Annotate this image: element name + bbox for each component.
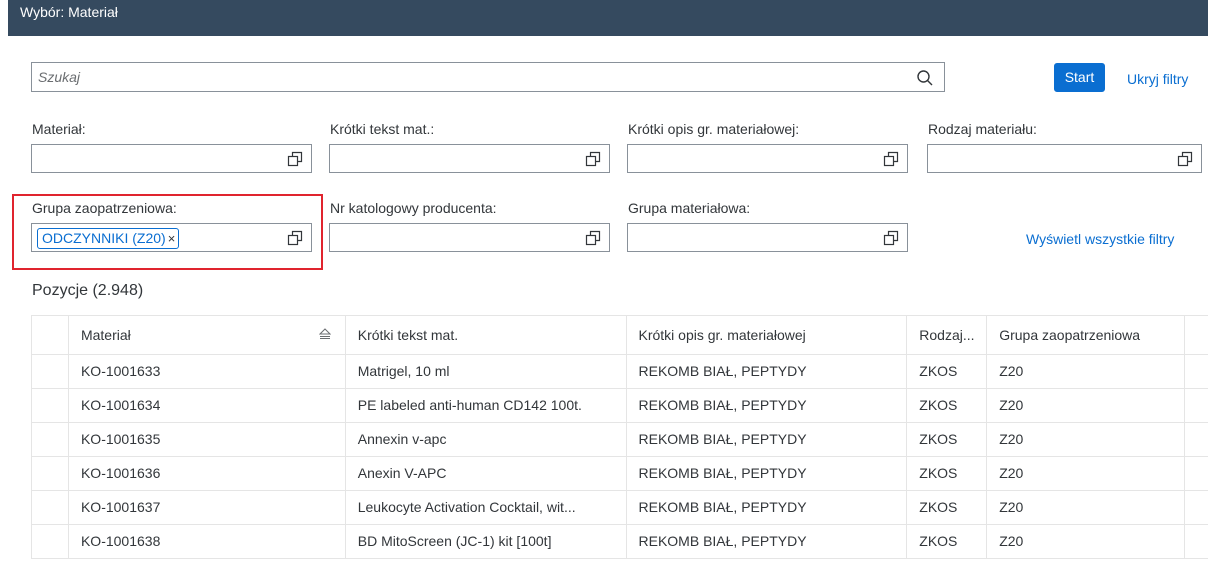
row-selector[interactable]	[32, 491, 69, 524]
column-header-purchasing-group[interactable]: Grupa zaopatrzeniowa	[987, 316, 1186, 354]
column-spacer	[1185, 423, 1208, 456]
cell-type: ZKOS	[907, 355, 988, 388]
search-field[interactable]	[31, 62, 945, 92]
value-help-icon[interactable]	[585, 230, 601, 246]
hide-filters-link[interactable]: Ukryj filtry	[1127, 70, 1188, 88]
cell-material: KO-1001633	[69, 355, 346, 388]
short-text-label: Krótki tekst mat.:	[330, 121, 435, 137]
cell-short-text: Matrigel, 10 ml	[346, 355, 627, 388]
cell-short-text: Annexin v-apc	[346, 423, 627, 456]
cell-group-desc: REKOMB BIAŁ, PEPTYDY	[627, 355, 908, 388]
column-header-type[interactable]: Rodzaj...	[907, 316, 988, 354]
value-help-icon[interactable]	[287, 151, 303, 167]
column-header-label: Materiał	[80, 327, 131, 343]
table-row[interactable]: KO-1001633 Matrigel, 10 ml REKOMB BIAŁ, …	[32, 355, 1208, 389]
table-row[interactable]: KO-1001636 Anexin V-APC REKOMB BIAŁ, PEP…	[32, 457, 1208, 491]
column-spacer	[1185, 389, 1208, 422]
show-all-filters-link[interactable]: Wyświetl wszystkie filtry	[1026, 230, 1174, 248]
column-header-group-desc[interactable]: Krótki opis gr. materiałowej	[627, 316, 908, 354]
material-type-field[interactable]	[927, 144, 1202, 173]
cell-short-text: BD MitoScreen (JC-1) kit [100t]	[346, 525, 627, 558]
cell-type: ZKOS	[907, 423, 988, 456]
row-selector[interactable]	[32, 525, 69, 558]
dialog-header: Wybór: Materiał	[8, 0, 1208, 36]
cell-purchasing-group: Z20	[987, 525, 1186, 558]
cell-purchasing-group: Z20	[987, 491, 1186, 524]
column-header-short-text[interactable]: Krótki tekst mat.	[346, 316, 627, 354]
cell-group-desc: REKOMB BIAŁ, PEPTYDY	[627, 423, 908, 456]
column-spacer	[1185, 525, 1208, 558]
group-desc-label: Krótki opis gr. materiałowej:	[628, 121, 800, 137]
column-spacer	[1185, 355, 1208, 388]
cell-type: ZKOS	[907, 525, 988, 558]
search-input[interactable]	[32, 63, 892, 91]
cell-material: KO-1001638	[69, 525, 346, 558]
cell-short-text: Anexin V-APC	[346, 457, 627, 490]
material-field[interactable]	[31, 144, 312, 173]
row-selector[interactable]	[32, 355, 69, 388]
row-selector[interactable]	[32, 457, 69, 490]
table-row[interactable]: KO-1001638 BD MitoScreen (JC-1) kit [100…	[32, 525, 1208, 559]
cell-material: KO-1001636	[69, 457, 346, 490]
cell-material: KO-1001635	[69, 423, 346, 456]
value-help-icon[interactable]	[585, 151, 601, 167]
column-spacer	[1185, 457, 1208, 490]
group-desc-field[interactable]	[627, 144, 908, 173]
cell-group-desc: REKOMB BIAŁ, PEPTYDY	[627, 457, 908, 490]
column-spacer	[1185, 316, 1208, 354]
results-table: Materiał Krótki tekst mat. Krótki opis g…	[31, 315, 1208, 559]
material-label: Materiał:	[32, 121, 86, 137]
search-icon[interactable]	[916, 69, 934, 87]
cell-type: ZKOS	[907, 491, 988, 524]
cell-group-desc: REKOMB BIAŁ, PEPTYDY	[627, 525, 908, 558]
table-row[interactable]: KO-1001635 Annexin v-apc REKOMB BIAŁ, PE…	[32, 423, 1208, 457]
cell-purchasing-group: Z20	[987, 423, 1186, 456]
cell-material: KO-1001634	[69, 389, 346, 422]
cell-type: ZKOS	[907, 457, 988, 490]
table-header: Materiał Krótki tekst mat. Krótki opis g…	[32, 316, 1208, 355]
column-spacer	[1185, 491, 1208, 524]
material-group-label: Grupa materiałowa:	[628, 200, 751, 216]
highlight-box	[12, 194, 323, 270]
material-group-field[interactable]	[627, 223, 908, 252]
table-title: Pozycje (2.948)	[32, 282, 144, 299]
value-help-icon[interactable]	[1177, 151, 1193, 167]
table-row[interactable]: KO-1001637 Leukocyte Activation Cocktail…	[32, 491, 1208, 525]
table-row[interactable]: KO-1001634 PE labeled anti-human CD142 1…	[32, 389, 1208, 423]
mfr-part-label: Nr katologowy producenta:	[330, 200, 497, 216]
cell-purchasing-group: Z20	[987, 457, 1186, 490]
material-type-label: Rodzaj materiału:	[928, 121, 1037, 137]
cell-short-text: PE labeled anti-human CD142 100t.	[346, 389, 627, 422]
row-selector[interactable]	[32, 423, 69, 456]
cell-short-text: Leukocyte Activation Cocktail, wit...	[346, 491, 627, 524]
column-header-material[interactable]: Materiał	[69, 316, 346, 354]
cell-purchasing-group: Z20	[987, 355, 1186, 388]
mfr-part-field[interactable]	[329, 223, 610, 252]
value-help-icon[interactable]	[883, 151, 899, 167]
value-help-icon[interactable]	[883, 230, 899, 246]
cell-type: ZKOS	[907, 389, 988, 422]
dialog-title: Wybór: Materiał	[20, 4, 118, 20]
start-button[interactable]: Start	[1054, 63, 1105, 92]
cell-purchasing-group: Z20	[987, 389, 1186, 422]
row-selector[interactable]	[32, 389, 69, 422]
sort-icon	[318, 328, 331, 339]
select-all-column[interactable]	[32, 316, 69, 354]
cell-group-desc: REKOMB BIAŁ, PEPTYDY	[627, 491, 908, 524]
short-text-field[interactable]	[329, 144, 610, 173]
cell-material: KO-1001637	[69, 491, 346, 524]
cell-group-desc: REKOMB BIAŁ, PEPTYDY	[627, 389, 908, 422]
